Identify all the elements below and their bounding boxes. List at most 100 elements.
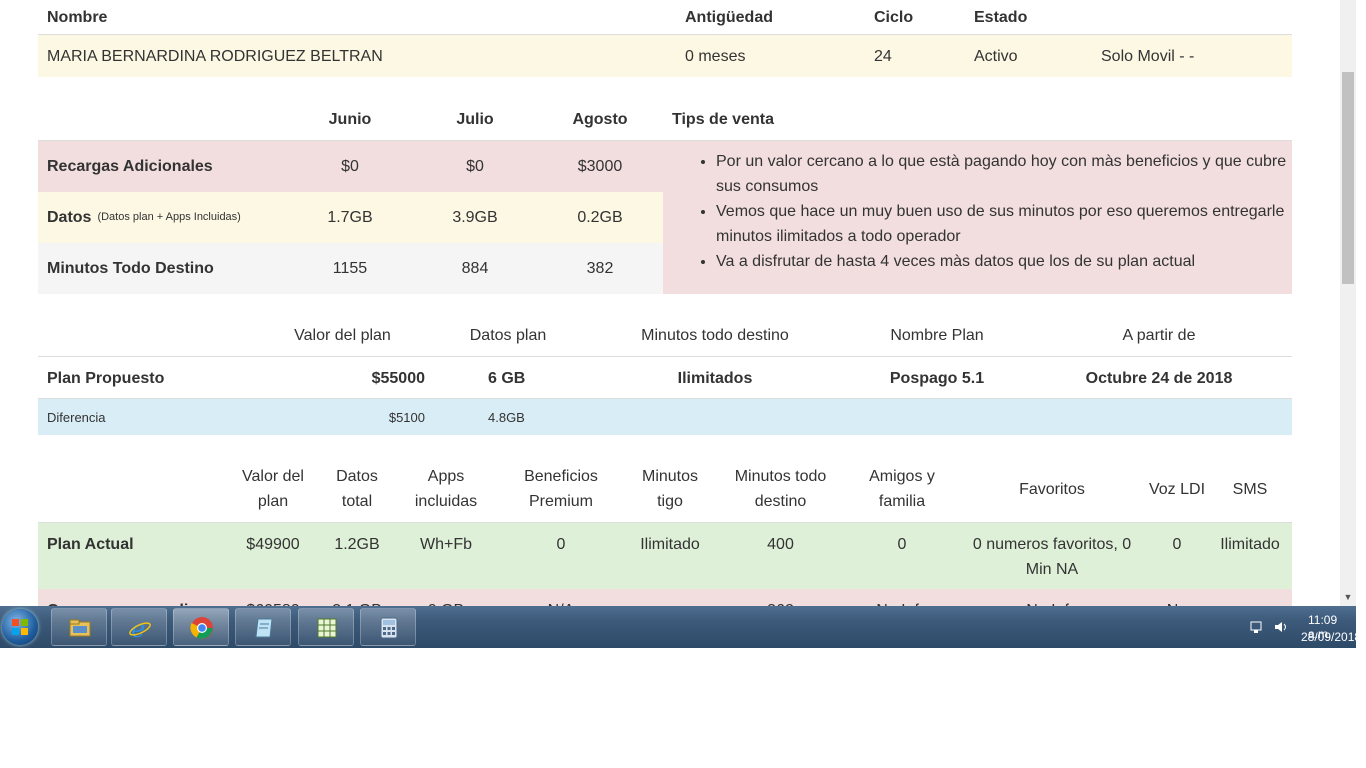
average-minutos-todo: 362: [718, 589, 843, 606]
current-voz: 0: [1172, 536, 1182, 553]
current-h-apps: Apps incluidas: [414, 468, 478, 510]
proposed-h-datos: Datos plan: [469, 326, 547, 344]
blank-area: [0, 648, 1366, 768]
datos-julio: 3.9GB: [452, 209, 498, 226]
proposed-minutos: Ilimitados: [677, 369, 753, 387]
internet-explorer-icon: e: [129, 616, 151, 640]
clock-date[interactable]: 28/09/2018: [1301, 630, 1361, 644]
current-favoritos: 0 numeros favoritos, 0 Min NA: [972, 536, 1132, 578]
page-content: Nombre Antigüedad Ciclo Estado MARIA BER…: [0, 0, 1340, 606]
datos-agosto: 0.2GB: [577, 209, 623, 226]
minutos-junio: 1155: [332, 260, 368, 277]
current-h-voz: Voz LDI: [1148, 480, 1206, 498]
recargas-junio: $0: [341, 158, 359, 175]
minutos-agosto: 382: [586, 260, 614, 277]
usage-label-recargas: Recargas Adicionales: [47, 158, 213, 175]
calculator-icon: [380, 617, 398, 639]
current-row: Plan Actual $49900 1.2GB Wh+Fb 0 Ilimita…: [38, 522, 1292, 590]
spreadsheet-icon: [317, 618, 337, 638]
notepad-icon: [255, 618, 273, 638]
proposed-h-valor: Valor del plan: [294, 326, 391, 344]
proposed-header-row: Valor del plan Datos plan Minutos todo d…: [38, 314, 1292, 356]
taskbar-explorer-button[interactable]: [51, 608, 107, 646]
difference-label: Diferencia: [47, 409, 106, 425]
average-valor: $60580: [228, 589, 318, 606]
header-estado: Estado: [974, 8, 1028, 26]
average-datos: 2.1 GB: [321, 589, 393, 606]
tip-item: Por un valor cercano a lo que està pagan…: [716, 149, 1292, 199]
datos-note: (Datos plan + Apps Incluidas): [97, 211, 241, 223]
client-header-row: Nombre Antigüedad Ciclo Estado: [38, 0, 1292, 34]
current-h-valor: Valor del plan: [242, 468, 304, 510]
average-beneficios: N/A: [506, 589, 616, 606]
proposed-h-fecha: A partir de: [1122, 326, 1196, 344]
current-beneficios: 0: [556, 536, 566, 553]
chrome-icon: [190, 617, 213, 639]
client-ciclo: 24: [874, 47, 892, 65]
average-favoritos: No Info: [962, 589, 1142, 606]
proposed-h-nombre: Nombre Plan: [890, 326, 984, 344]
proposed-datos: 6 GB: [488, 369, 526, 387]
network-icon[interactable]: [1250, 620, 1264, 634]
datos-junio: 1.7GB: [327, 209, 373, 226]
scrollbar-thumb[interactable]: [1342, 72, 1354, 284]
recargas-agosto: $3000: [577, 158, 623, 175]
taskbar-ie-button[interactable]: e: [111, 608, 167, 646]
system-tray: 11:09 a.m. 28/09/2018: [1196, 606, 1361, 648]
windows-taskbar: e 11:09 a.m. 28/09/2018: [0, 606, 1361, 648]
volume-icon[interactable]: [1274, 620, 1288, 634]
current-minutos-tigo: Ilimitado: [640, 536, 700, 553]
client-antiguedad: 0 meses: [685, 47, 746, 65]
current-h-favoritos: Favoritos: [1019, 480, 1085, 498]
windows-explorer-icon: [69, 619, 91, 637]
average-row: Consumo promedio $60580 2.1 GB 0 GB N/A …: [38, 589, 1292, 606]
average-amigos: No Info: [852, 589, 952, 606]
usage-row-datos: Datos (Datos plan + Apps Incluidas) 1.7GB…: [38, 192, 663, 243]
client-row: MARIA BERNARDINA RODRIGUEZ BELTRAN 0 mes…: [38, 34, 1292, 77]
client-name: MARIA BERNARDINA RODRIGUEZ BELTRAN: [47, 47, 383, 65]
current-h-datos: Datos total: [336, 468, 378, 510]
header-ciclo: Ciclo: [874, 8, 914, 26]
current-label: Plan Actual: [47, 536, 134, 553]
current-amigos: 0: [897, 536, 907, 553]
current-apps: Wh+Fb: [419, 536, 472, 553]
current-sms: Ilimitado: [1220, 536, 1280, 553]
current-h-beneficios: Beneficios Premium: [524, 468, 598, 510]
vertical-scrollbar[interactable]: ▼: [1340, 0, 1356, 606]
tip-item: Vemos que hace un muy buen uso de sus mi…: [716, 199, 1292, 249]
taskbar-chrome-button[interactable]: [173, 608, 229, 646]
current-h-minutos-tigo: Minutos tigo: [641, 468, 699, 510]
taskbar-calculator-button[interactable]: [360, 608, 416, 646]
taskbar-notepad-button[interactable]: [235, 608, 291, 646]
client-estado: Activo: [974, 47, 1018, 65]
start-button-icon[interactable]: [2, 609, 38, 645]
usage-row-minutos: Minutos Todo Destino 1155 884 382: [38, 243, 663, 294]
header-antiguedad: Antigüedad: [685, 8, 773, 26]
usage-table: Recargas Adicionales $0 $0 $3000 Datos (D…: [38, 140, 1292, 294]
tip-item: Va a disfrutar de hasta 4 veces màs dato…: [716, 249, 1292, 274]
proposed-h-minutos: Minutos todo destino: [641, 326, 789, 344]
recargas-julio: $0: [466, 158, 484, 175]
month-agosto: Agosto: [572, 110, 628, 128]
difference-valor: $5100: [388, 409, 425, 425]
current-h-sms: SMS: [1232, 480, 1268, 498]
average-label: Consumo promedio: [38, 589, 228, 606]
taskbar-spreadsheet-button[interactable]: [298, 608, 354, 646]
usage-row-recargas: Recargas Adicionales $0 $0 $3000: [38, 141, 663, 192]
current-datos: 1.2GB: [334, 536, 380, 553]
minutos-julio: 884: [461, 260, 489, 277]
client-extra: Solo Movil - -: [1101, 47, 1195, 65]
scroll-down-arrow-icon[interactable]: ▼: [1340, 588, 1356, 606]
current-minutos-todo: 400: [767, 536, 794, 553]
current-h-minutos-todo: Minutos todo destino: [734, 468, 827, 510]
proposed-valor: $55000: [371, 369, 425, 387]
proposed-fecha: Octubre 24 de 2018: [1085, 369, 1233, 387]
tips-panel: Por un valor cercano a lo que està pagan…: [663, 141, 1292, 294]
proposed-row: Plan Propuesto $55000 6 GB Ilimitados Po…: [38, 356, 1292, 399]
usage-label-datos: Datos (Datos plan + Apps Incluidas): [38, 192, 298, 243]
difference-row: Diferencia $5100 4.8GB: [38, 398, 1292, 435]
tips-list: Por un valor cercano a lo que està pagan…: [663, 149, 1292, 274]
header-nombre: Nombre: [47, 8, 108, 26]
usage-header-row: Junio Julio Agosto Tips de venta: [38, 98, 1292, 140]
datos-label: Datos: [47, 209, 92, 226]
